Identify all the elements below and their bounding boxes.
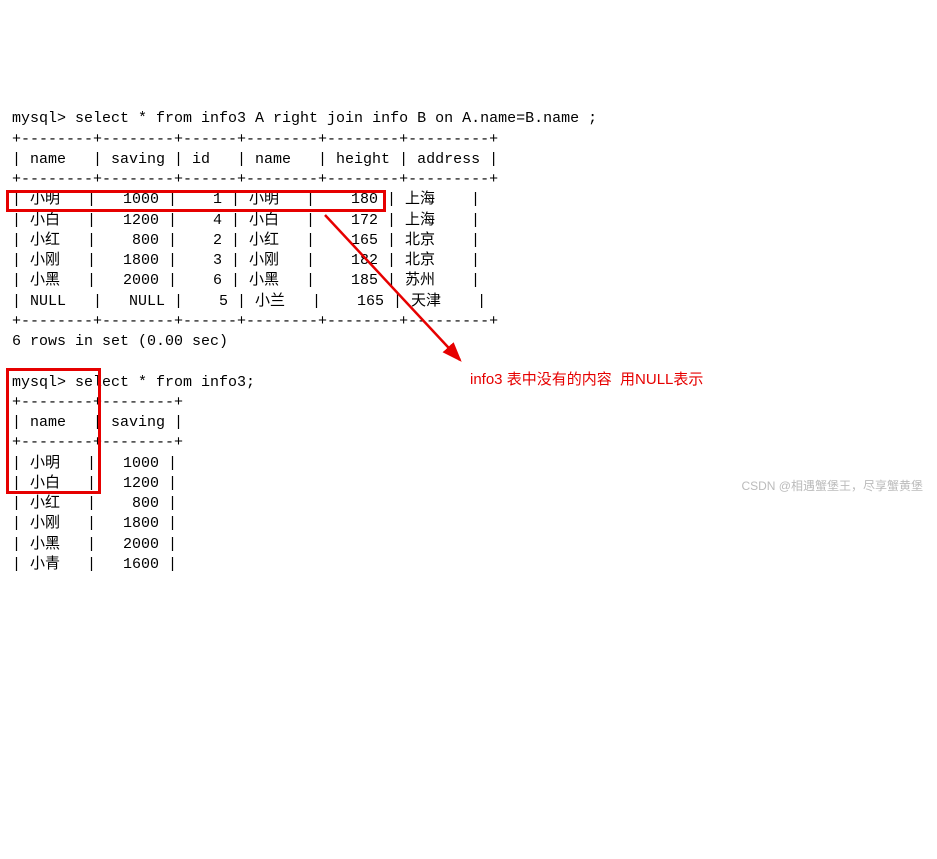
terminal-output: mysql> select * from info3 A right join … [12,89,925,575]
sql-query-1: select * from info3 A right join info B … [75,110,597,127]
table-row: | 小刚 | 1800 | [12,515,177,532]
table-row: | 小黑 | 2000 | 6 | 小黑 | 185 | 苏州 | [12,272,480,289]
table-row: | 小青 | 1600 | [12,556,177,573]
table-row: | 小白 | 1200 | 4 | 小白 | 172 | 上海 | [12,212,480,229]
table-border: +--------+--------+------+--------+-----… [12,171,498,188]
table-row: | 小红 | 800 | 2 | 小红 | 165 | 北京 | [12,232,480,249]
table-border: +--------+--------+------+--------+-----… [12,313,498,330]
table-row: | 小明 | 1000 | [12,455,177,472]
watermark: CSDN @相遇蟹堡王，尽享蟹黄堡 [741,478,923,494]
table-row: | 小白 | 1200 | [12,475,177,492]
table-row: | 小刚 | 1800 | 3 | 小刚 | 182 | 北京 | [12,252,480,269]
table-row: | 小红 | 800 | [12,495,177,512]
table-row: | 小黑 | 2000 | [12,536,177,553]
table-row: | NULL | NULL | 5 | 小兰 | 165 | 天津 | [12,293,486,310]
table-border: +--------+--------+ [12,394,183,411]
sql-query-2: select * from info3; [75,374,255,391]
table-header-row: | name | saving | id | name | height | a… [12,151,498,168]
mysql-prompt: mysql> [12,110,75,127]
table-border: +--------+--------+------+--------+-----… [12,131,498,148]
result-footer: 6 rows in set (0.00 sec) [12,333,228,350]
table-border: +--------+--------+ [12,434,183,451]
annotation-text: info3 表中没有的内容 用NULL表示 [470,370,703,390]
mysql-prompt: mysql> [12,374,75,391]
table-row: | 小明 | 1000 | 1 | 小明 | 180 | 上海 | [12,191,480,208]
table-header-row: | name | saving | [12,414,183,431]
